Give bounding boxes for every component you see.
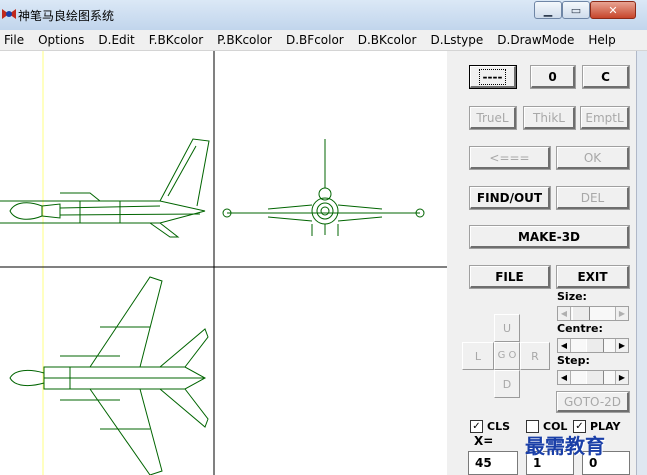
drawing-canvas[interactable] [0,51,447,475]
menu-d-edit[interactable]: D.Edit [98,33,134,47]
scroll-left-icon[interactable]: ◀ [558,307,571,320]
file-button[interactable]: FILE [470,266,550,288]
zero-button[interactable]: 0 [531,66,575,88]
menu-d-drawmode[interactable]: D.DrawMode [497,33,574,47]
window-edge [636,51,647,475]
scroll-thumb[interactable] [572,307,590,320]
menu-help[interactable]: Help [588,33,615,47]
scroll-thumb[interactable] [586,339,604,352]
cls-label: CLS [487,420,511,433]
control-panel: ---- 0 C TrueL ThikL EmptL <=== OK FIND/… [447,51,647,475]
menu-d-bfcolor[interactable]: D.BFcolor [286,33,344,47]
minimize-button[interactable]: ▁ [534,1,562,19]
dash-button[interactable]: ---- [470,66,516,88]
front-view [222,139,425,236]
dpad-left-button[interactable]: L [462,342,494,370]
emptl-button[interactable]: EmptL [581,107,629,129]
menu-d-bkcolor[interactable]: D.BKcolor [358,33,417,47]
menu-p-bkcolor[interactable]: P.BKcolor [217,33,272,47]
step-scrollbar[interactable]: ◀ ▶ [557,370,629,385]
step-label: Step: [557,354,590,367]
scroll-right-icon[interactable]: ▶ [615,307,628,320]
menu-d-lstype[interactable]: D.Lstype [430,33,483,47]
menu-bar: File Options D.Edit F.BKcolor P.BKcolor … [0,30,647,51]
menu-options[interactable]: Options [38,33,84,47]
make-3d-button[interactable]: MAKE-3D [470,226,629,248]
goto-2d-button[interactable]: GOTO-2D [557,392,629,412]
dpad-down-button[interactable]: D [494,370,520,398]
menu-file[interactable]: File [4,33,24,47]
size-scrollbar[interactable]: ◀ ▶ [557,306,629,321]
maximize-button[interactable]: ▭ [562,1,590,19]
watermark-text: 最需教育 [525,434,605,458]
ok-button[interactable]: OK [557,147,629,169]
x-input[interactable]: 45 [468,451,518,475]
dpad-go-button[interactable]: G O [494,342,520,370]
c-button[interactable]: C [583,66,629,88]
scroll-right-icon[interactable]: ▶ [615,339,628,352]
exit-button[interactable]: EXIT [557,266,629,288]
checkbox-checked-icon: ✓ [470,420,483,433]
dpad-right-button[interactable]: R [520,342,550,370]
close-button[interactable]: ✕ [590,1,636,19]
aircraft-drawing [0,51,447,475]
app-icon [2,9,16,19]
title-bar: 神笔马良绘图系统 ▁ ▭ ✕ [0,0,647,31]
scroll-left-icon[interactable]: ◀ [558,371,571,384]
thikl-button[interactable]: ThikL [524,107,575,129]
size-label: Size: [557,290,587,303]
dash-button-label: ---- [478,68,507,85]
truel-button[interactable]: TrueL [470,107,516,129]
window-title: 神笔马良绘图系统 [18,9,115,23]
scroll-right-icon[interactable]: ▶ [615,371,628,384]
cls-checkbox[interactable]: ✓ CLS [470,420,510,433]
menu-f-bkcolor[interactable]: F.BKcolor [149,33,203,47]
scroll-left-icon[interactable]: ◀ [558,339,571,352]
find-out-button[interactable]: FIND/OUT [470,187,550,209]
centre-label: Centre: [557,322,603,335]
scroll-thumb[interactable] [586,371,604,384]
del-button[interactable]: DEL [557,187,629,209]
dpad-up-button[interactable]: U [494,314,520,342]
centre-scrollbar[interactable]: ◀ ▶ [557,338,629,353]
x-label: X= [474,434,494,448]
top-view [9,276,209,475]
back-button[interactable]: <=== [470,147,550,169]
side-view [0,138,210,238]
